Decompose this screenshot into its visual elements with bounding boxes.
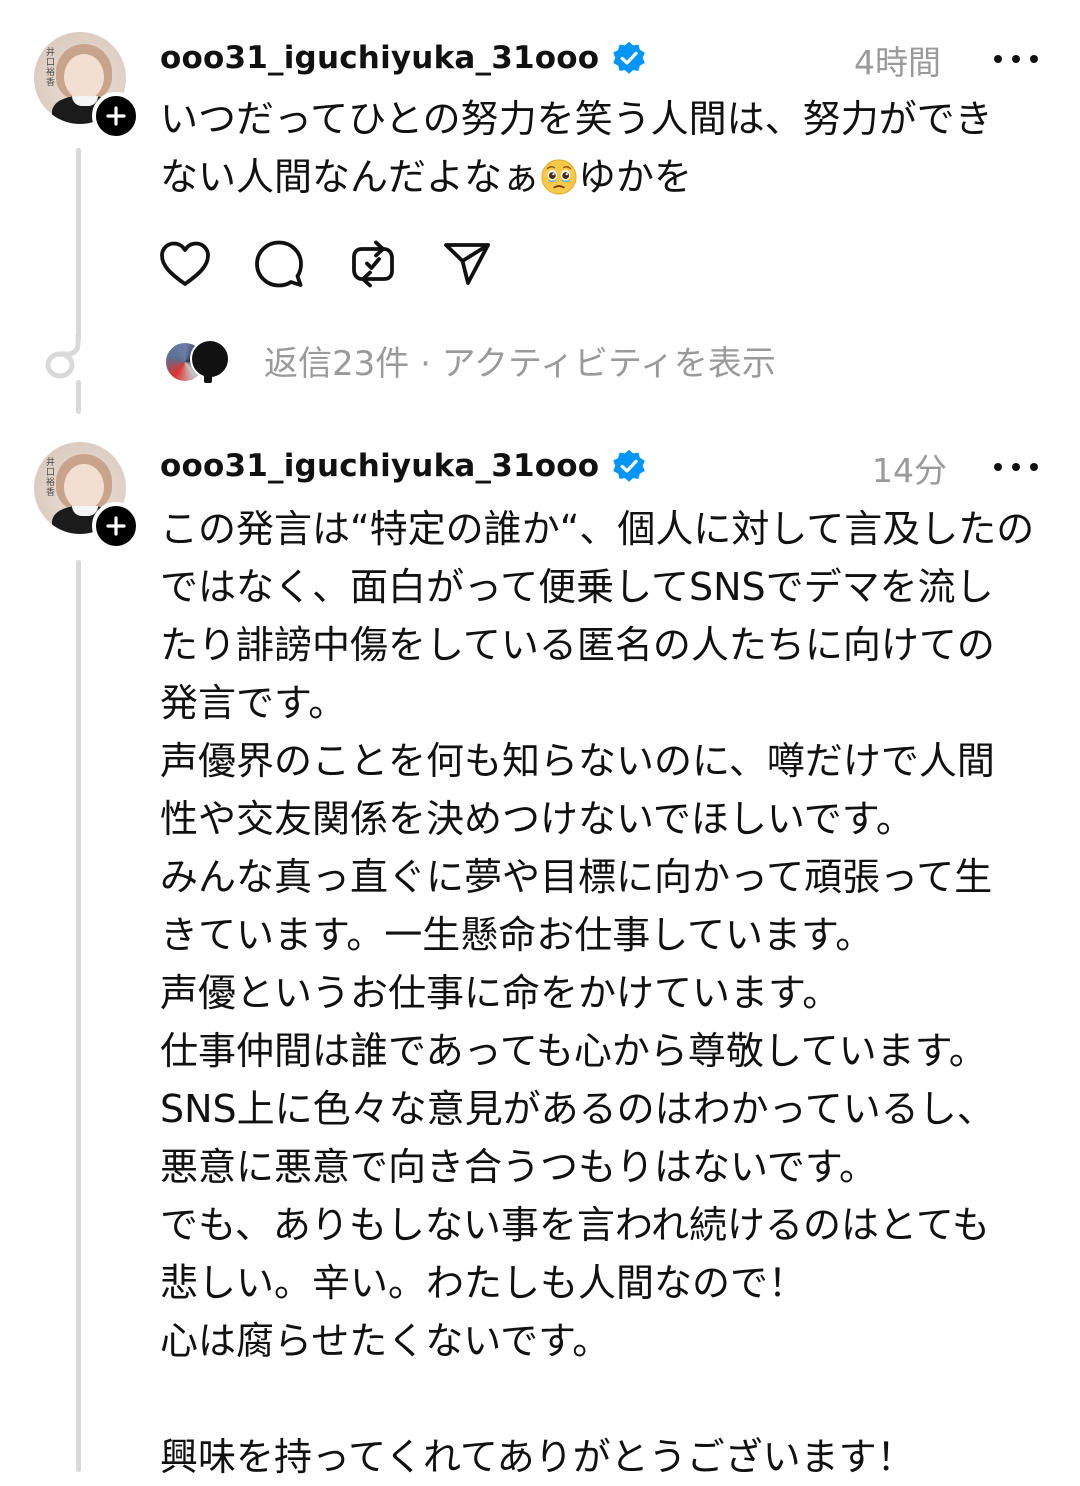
- more-horizontal-icon: [994, 55, 1002, 63]
- share-button[interactable]: [440, 237, 494, 291]
- repost-button[interactable]: [346, 237, 400, 291]
- replies-count-activity-link[interactable]: 返信23件 · アクティビティを表示: [264, 336, 776, 385]
- plus-icon: [106, 516, 126, 536]
- thread-connector-line: [76, 380, 81, 414]
- plus-icon: [106, 106, 126, 126]
- post-timestamp: 14分: [872, 451, 947, 490]
- post-text: この発言は“特定の誰か“、個人に対して言及したの ではなく、面白がって便乗してS…: [160, 507, 1035, 1479]
- thread-post-1: 井口裕香 ooo31_iguchiyuka_31ooo 4時間 いつだってひとの…: [0, 0, 1080, 420]
- more-options-button[interactable]: [994, 462, 1038, 472]
- post-timestamp: 4時間: [854, 43, 941, 82]
- like-button[interactable]: [158, 237, 212, 291]
- post-actions: [158, 238, 534, 290]
- comment-bubble-icon: [255, 240, 303, 288]
- reply-avatars: [160, 337, 230, 383]
- thread-connector-line: [76, 148, 81, 342]
- send-paper-plane-icon: [444, 243, 490, 285]
- verified-badge-icon: [613, 41, 645, 74]
- username[interactable]: ooo31_iguchiyuka_31ooo: [160, 448, 599, 484]
- reply-button[interactable]: [252, 237, 306, 291]
- verified-badge-icon: [613, 449, 645, 482]
- post-text: いつだってひとの努力を笑う人間は、努力ができ ない人間なんだよなぁ ゆかを: [160, 97, 993, 199]
- more-horizontal-icon: [994, 463, 1002, 471]
- thread-loop-decoration: [45, 334, 81, 379]
- avatar-sign-text: 井口裕香: [46, 458, 56, 498]
- more-options-button[interactable]: [994, 54, 1038, 64]
- follow-button[interactable]: [92, 92, 140, 140]
- heart-icon: [160, 241, 210, 286]
- repost-arrows-icon: [352, 240, 394, 288]
- crying-face-emoji-icon: [541, 159, 577, 195]
- follow-button[interactable]: [92, 502, 140, 550]
- replies-summary[interactable]: 返信23件 · アクティビティを表示: [160, 334, 776, 386]
- username[interactable]: ooo31_iguchiyuka_31ooo: [160, 40, 599, 76]
- thread-connector-line: [76, 560, 81, 1472]
- thread-post-2: 井口裕香 ooo31_iguchiyuka_31ooo 14分 この発言は“特定…: [0, 420, 1080, 1479]
- avatar-sign-text: 井口裕香: [46, 48, 56, 88]
